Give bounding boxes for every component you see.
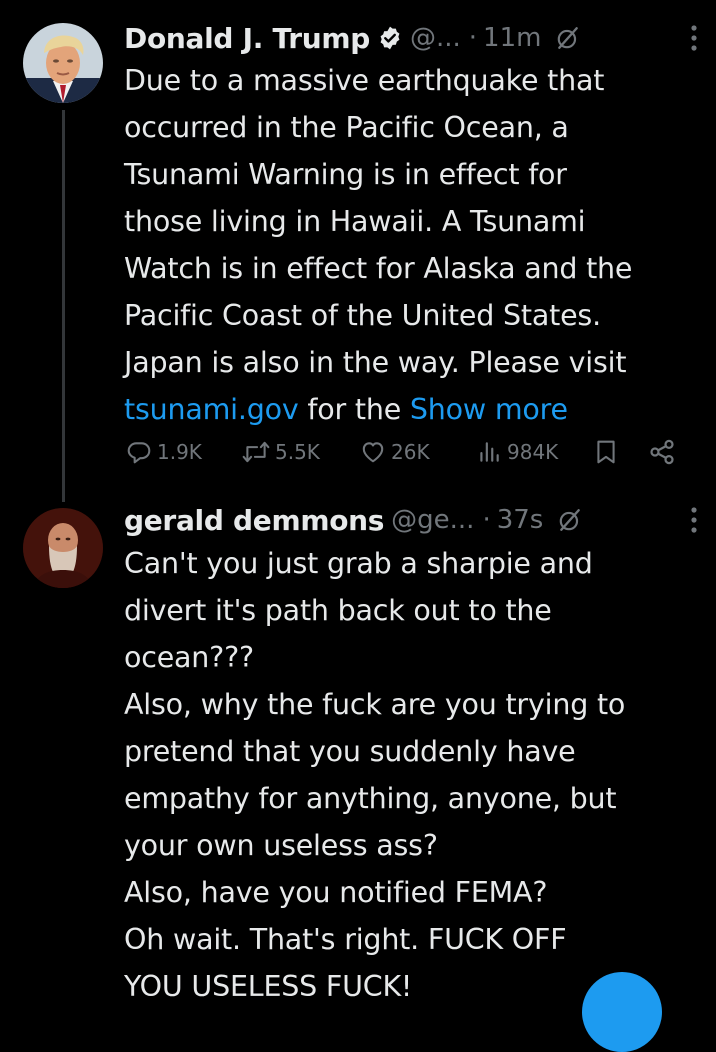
- post-line: empathy for anything, anyone, but: [124, 782, 617, 815]
- views-button[interactable]: 984K: [476, 432, 558, 472]
- heart-icon: [362, 442, 384, 463]
- share-button[interactable]: [648, 432, 676, 472]
- post-line-text: for the: [298, 393, 410, 426]
- timestamp[interactable]: 37s: [497, 505, 544, 535]
- separator-dot: ·: [468, 23, 478, 53]
- views-icon: [480, 442, 499, 462]
- compose-button[interactable]: [582, 972, 662, 1052]
- verified-badge-icon: [380, 26, 400, 50]
- like-button[interactable]: 26K: [360, 432, 430, 472]
- timestamp[interactable]: 11m: [483, 23, 541, 53]
- post-body: Due to a massive earthquake that occurre…: [124, 57, 704, 433]
- display-name[interactable]: Donald J. Trump: [124, 22, 370, 55]
- post-line: Tsunami Warning is in effect for: [124, 158, 567, 191]
- repost-icon: [242, 441, 270, 463]
- thread-connector: [62, 110, 65, 502]
- post-line: Also, have you notified FEMA?: [124, 876, 548, 909]
- handle[interactable]: @ge...: [391, 505, 474, 535]
- avatar-trump[interactable]: [23, 23, 103, 103]
- post-body: Can't you just grab a sharpie and divert…: [124, 540, 704, 1010]
- reply-icon: [127, 442, 151, 464]
- post-header: gerald demmons @ge... · 37s: [124, 500, 698, 540]
- share-icon: [650, 439, 674, 465]
- repost-button[interactable]: 5.5K: [242, 432, 320, 472]
- post-line: Japan is also in the way. Please visit: [124, 346, 627, 379]
- bookmark-icon: [597, 440, 615, 464]
- post-line: divert it's path back out to the: [124, 594, 552, 627]
- handle[interactable]: @...: [410, 23, 461, 53]
- post-line-last: tsunami.gov for the Show more: [124, 386, 704, 433]
- post-line: Due to a massive earthquake that: [124, 64, 605, 97]
- post-line: Can't you just grab a sharpie and: [124, 547, 593, 580]
- reply-button[interactable]: 1.9K: [126, 432, 202, 472]
- post-line: occurred in the Pacific Ocean, a: [124, 111, 569, 144]
- more-vertical-icon[interactable]: [690, 23, 698, 53]
- post-line: your own useless ass?: [124, 829, 438, 862]
- tsunami-gov-link[interactable]: tsunami.gov: [124, 393, 299, 426]
- separator-dot: ·: [482, 505, 491, 535]
- post-line: those living in Hawaii. A Tsunami: [124, 205, 586, 238]
- views-count: 984K: [507, 440, 559, 464]
- show-more-link[interactable]: Show more: [410, 393, 568, 426]
- post-line: Oh wait. That's right. FUCK OFF: [124, 923, 567, 956]
- grok-icon[interactable]: [555, 25, 581, 51]
- post-header: Donald J. Trump @... · 11m: [124, 18, 698, 58]
- grok-icon[interactable]: [557, 507, 583, 533]
- display-name[interactable]: gerald demmons: [124, 504, 384, 537]
- bookmark-button[interactable]: [594, 432, 618, 472]
- post-line: pretend that you suddenly have: [124, 735, 576, 768]
- repost-count: 5.5K: [275, 440, 320, 464]
- reply-count: 1.9K: [157, 440, 202, 464]
- post-line: ocean???: [124, 641, 254, 674]
- like-count: 26K: [391, 440, 430, 464]
- action-bar: 1.9K 5.5K 26K 984K: [126, 432, 686, 472]
- more-vertical-icon[interactable]: [690, 505, 698, 535]
- post-line: Also, why the fuck are you trying to: [124, 688, 626, 721]
- avatar-gerald[interactable]: [23, 508, 103, 588]
- post-line: Watch is in effect for Alaska and the: [124, 252, 633, 285]
- post-line: Pacific Coast of the United States.: [124, 299, 601, 332]
